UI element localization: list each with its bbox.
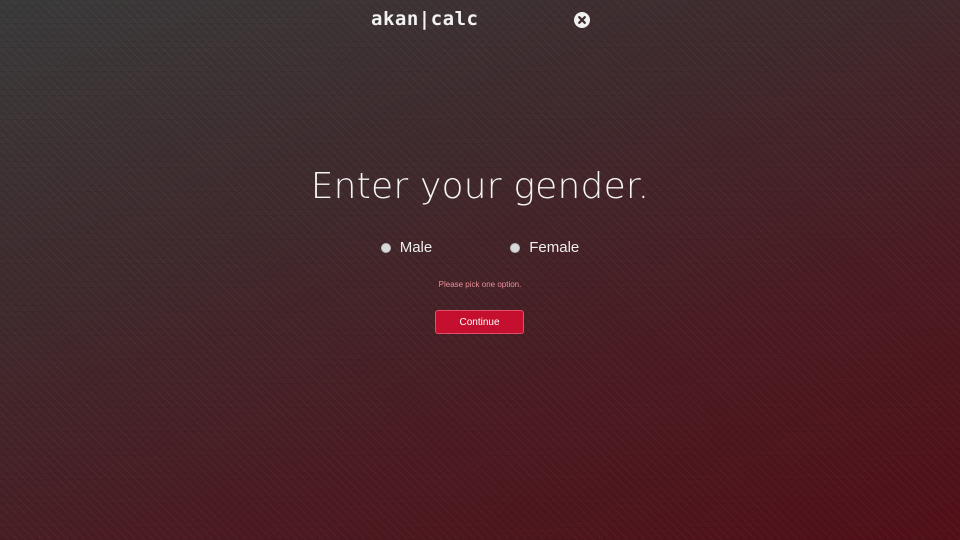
page-title: Enter your gender.	[310, 166, 650, 207]
female-label: Female	[529, 239, 580, 256]
female-radio[interactable]	[510, 242, 521, 253]
app-logo: akan|calc	[371, 8, 479, 30]
close-icon[interactable]	[574, 12, 590, 28]
validation-message: Please pick one option.	[438, 280, 522, 289]
male-label: Male	[399, 239, 433, 256]
male-radio[interactable]	[380, 242, 391, 253]
background-pattern	[0, 0, 960, 540]
gender-options: Male Female	[0, 239, 960, 256]
option-male[interactable]: Male	[380, 239, 433, 256]
continue-button[interactable]: Continue	[435, 310, 524, 334]
option-female[interactable]: Female	[462, 239, 579, 256]
